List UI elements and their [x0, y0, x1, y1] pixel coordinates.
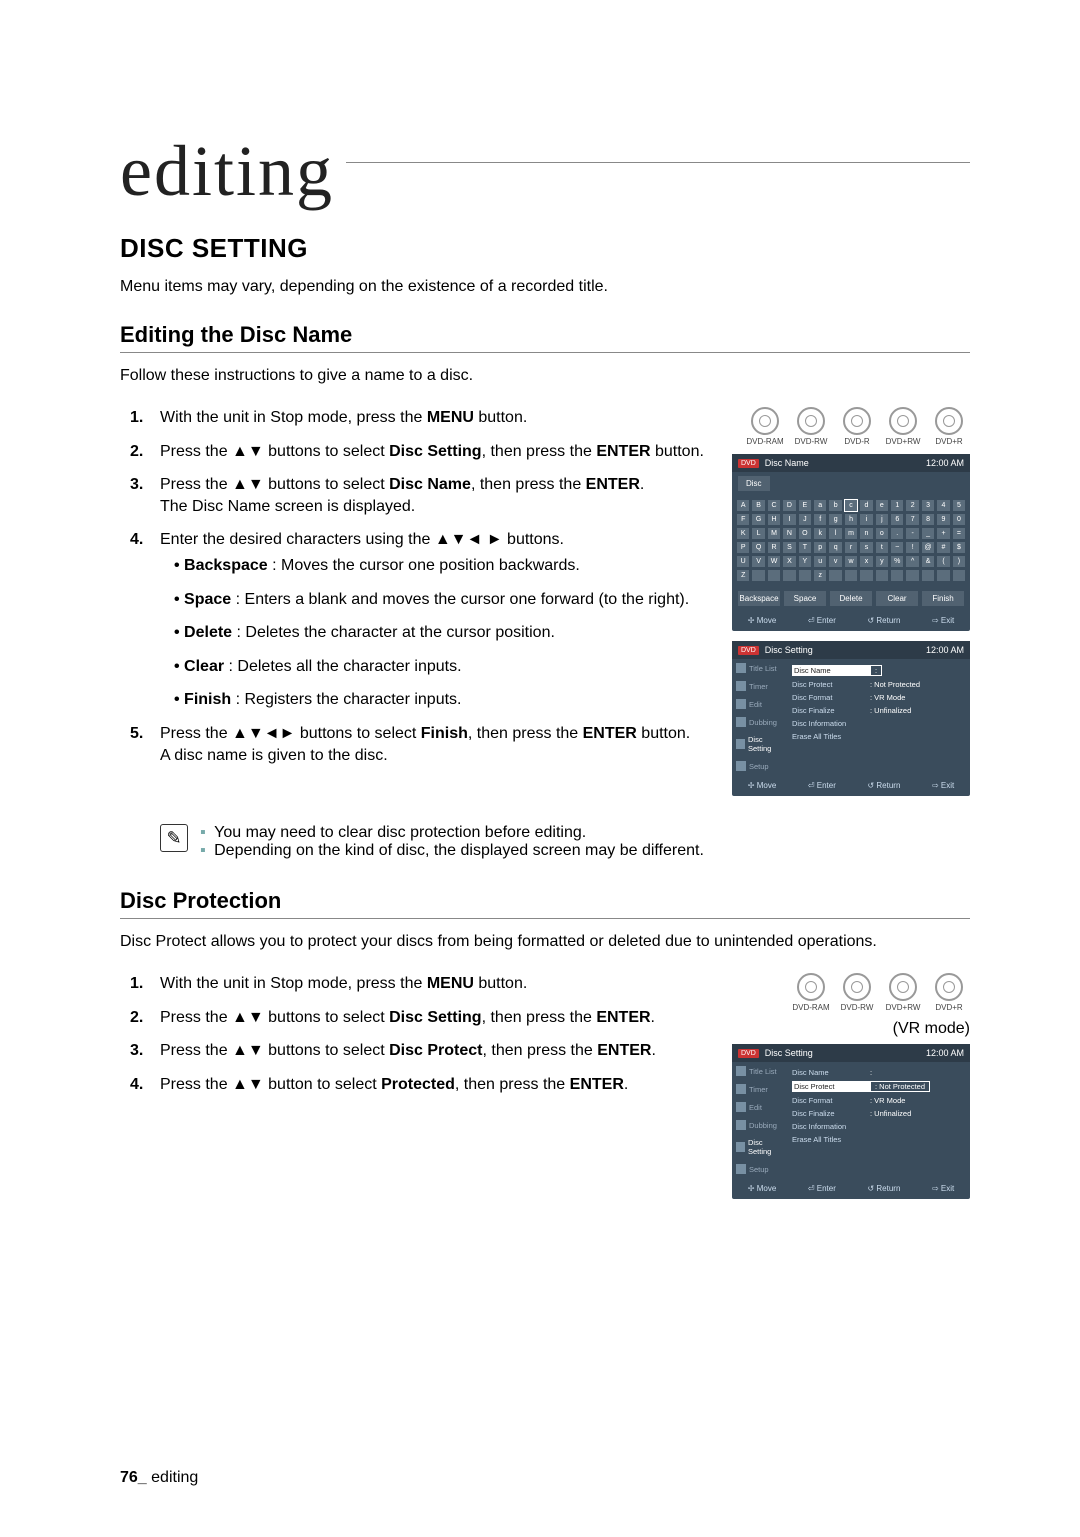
disc-type-row-2: DVD-RAMDVD-RWDVD+RWDVD+R [732, 973, 970, 1012]
disc-type-icon: DVD-RAM [744, 407, 786, 446]
disc-type-icon: DVD-R [836, 407, 878, 446]
section-title: DISC SETTING [120, 233, 970, 264]
disc-type-icon: DVD+RW [882, 407, 924, 446]
chapter-row: editing [120, 130, 970, 213]
osd-disc-setting-1: DVDDisc Setting12:00 AMTitle ListTimerEd… [732, 641, 970, 796]
sub2-steps: 1.With the unit in Stop mode, press the … [120, 973, 708, 1095]
disc-type-icon: DVD+R [928, 407, 970, 446]
disc-type-icon: DVD+RW [882, 973, 924, 1012]
sub2-right: DVD-RAMDVD-RWDVD+RWDVD+R (VR mode) DVDDi… [732, 973, 970, 1209]
sub1-title: Editing the Disc Name [120, 322, 970, 348]
step: 1.With the unit in Stop mode, press the … [160, 407, 708, 429]
step: 4.Press the ▲▼ button to select Protecte… [160, 1074, 708, 1096]
osd-disc-name: DVDDisc Name12:00 AMDiscABCDEabcde12345F… [732, 454, 970, 631]
disc-type-icon: DVD+R [928, 973, 970, 1012]
sub2-left: 1.With the unit in Stop mode, press the … [120, 973, 708, 1209]
page-number: 76_ [120, 1469, 147, 1486]
step: 2.Press the ▲▼ buttons to select Disc Se… [160, 441, 708, 463]
note-item: You may need to clear disc protection be… [200, 824, 704, 842]
note-item: Depending on the kind of disc, the displ… [200, 842, 704, 860]
step: 3.Press the ▲▼ buttons to select Disc Na… [160, 474, 708, 517]
sub2-title: Disc Protection [120, 888, 970, 914]
sub1-steps: 1.With the unit in Stop mode, press the … [120, 407, 708, 766]
step: 3.Press the ▲▼ buttons to select Disc Pr… [160, 1040, 708, 1062]
vr-mode-label: (VR mode) [732, 1020, 970, 1038]
chapter-title: editing [120, 130, 334, 213]
step: 4.Enter the desired characters using the… [160, 529, 708, 711]
sub1-desc: Follow these instructions to give a name… [120, 367, 970, 385]
sub1-columns: 1.With the unit in Stop mode, press the … [120, 407, 970, 806]
osd-disc-setting-2: DVDDisc Setting12:00 AMTitle ListTimerEd… [732, 1044, 970, 1199]
sub1-rule [120, 352, 970, 353]
sub2-rule [120, 918, 970, 919]
chapter-rule [346, 162, 970, 163]
disc-type-icon: DVD-RW [790, 407, 832, 446]
note-box: ✎ You may need to clear disc protection … [160, 824, 970, 860]
note-list: You may need to clear disc protection be… [200, 824, 704, 860]
section-intro: Menu items may vary, depending on the ex… [120, 278, 970, 296]
step: 5.Press the ▲▼◄► buttons to select Finis… [160, 723, 708, 766]
page-footer: 76_ editing [120, 1469, 198, 1487]
step: 2.Press the ▲▼ buttons to select Disc Se… [160, 1007, 708, 1029]
footer-label: editing [147, 1469, 199, 1486]
step: 1.With the unit in Stop mode, press the … [160, 973, 708, 995]
disc-type-icon: DVD-RAM [790, 973, 832, 1012]
sub1-left: 1.With the unit in Stop mode, press the … [120, 407, 708, 806]
sub1-right: DVD-RAMDVD-RWDVD-RDVD+RWDVD+R DVDDisc Na… [732, 407, 970, 806]
disc-type-icon: DVD-RW [836, 973, 878, 1012]
disc-type-row-1: DVD-RAMDVD-RWDVD-RDVD+RWDVD+R [732, 407, 970, 446]
sub2-columns: 1.With the unit in Stop mode, press the … [120, 973, 970, 1209]
sub2-desc: Disc Protect allows you to protect your … [120, 933, 970, 951]
note-icon: ✎ [160, 824, 188, 852]
